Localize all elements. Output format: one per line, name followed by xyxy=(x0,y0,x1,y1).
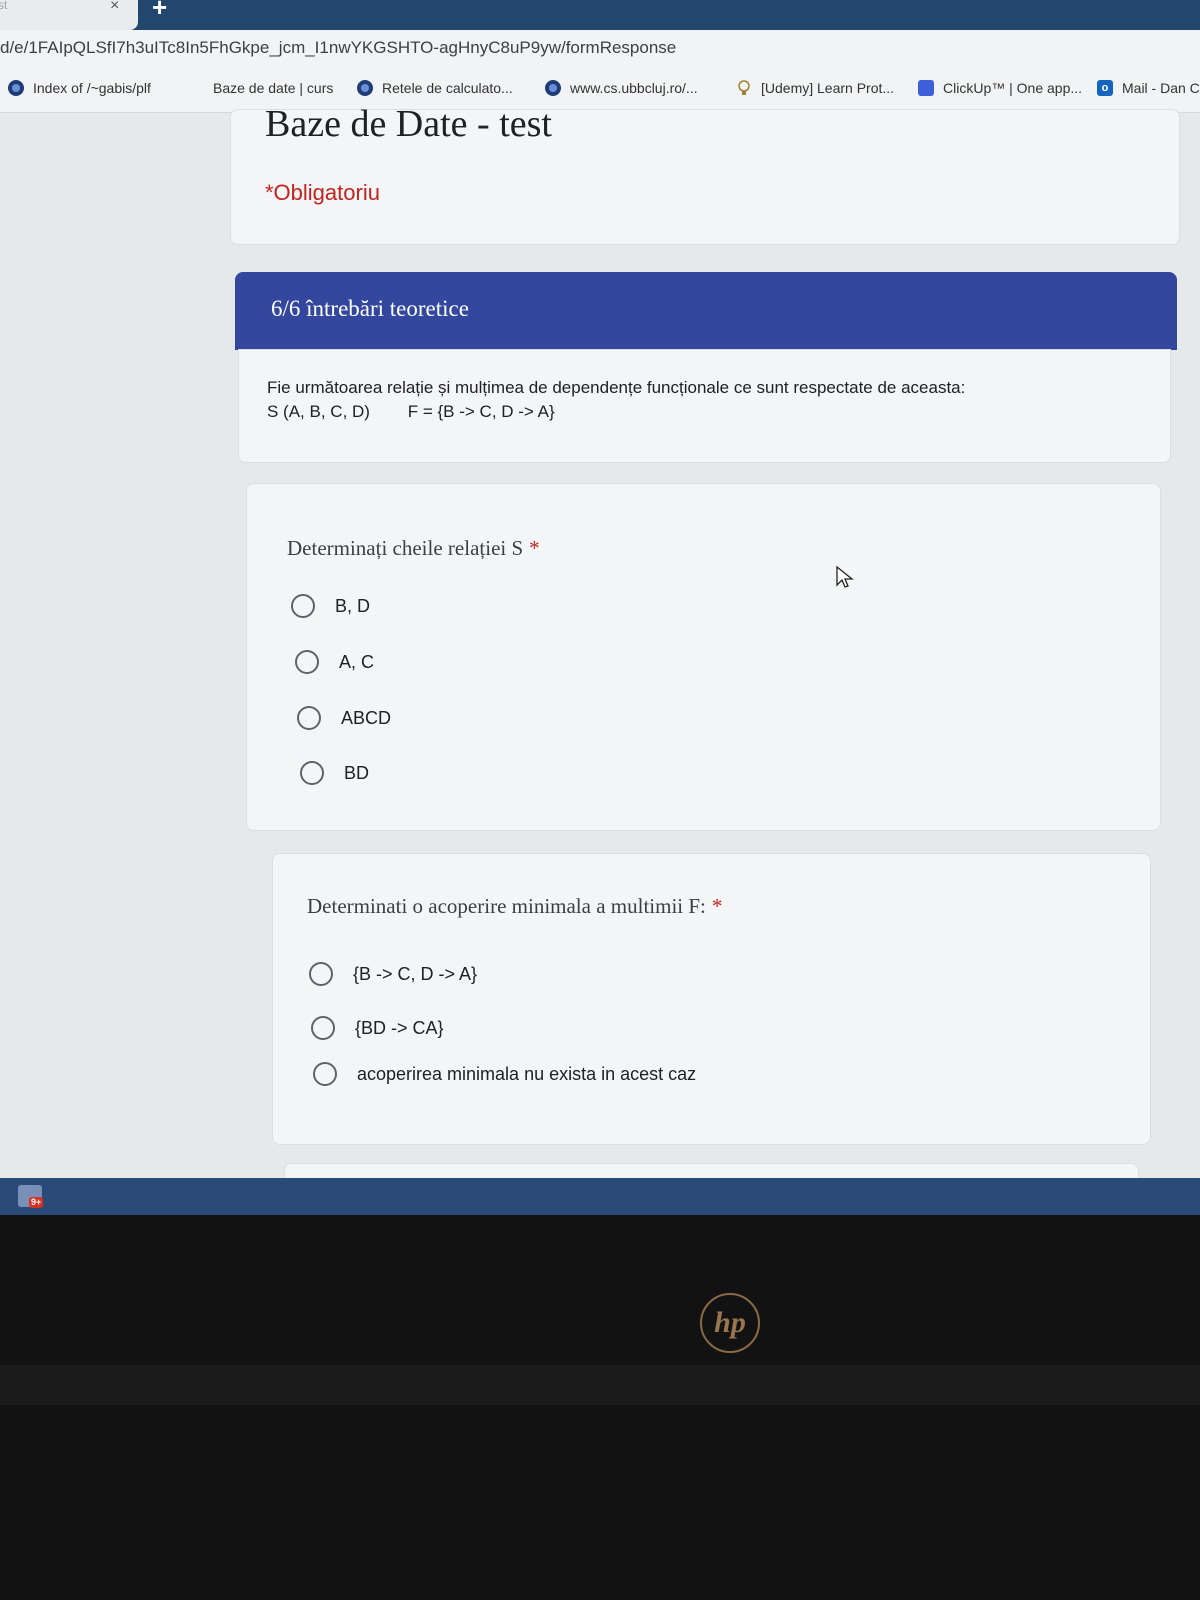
tab-strip: st × + xyxy=(0,0,1200,30)
required-note: *Obligatoriu xyxy=(265,180,380,205)
option-abcd[interactable]: ABCD xyxy=(297,706,391,730)
option-label: A, C xyxy=(339,651,375,672)
option-bd-ca[interactable]: {BD -> CA} xyxy=(311,1016,444,1040)
laptop-bezel: hp xyxy=(0,1215,1200,1600)
form-title: Baze de Date - test xyxy=(265,103,552,145)
active-tab[interactable]: st × xyxy=(0,0,138,30)
question-card-minimal-cover: Determinati o acoperire minimala a multi… xyxy=(272,853,1151,1145)
description-line-2: S (A, B, C, D) F = {B -> C, D -> A} xyxy=(267,402,555,421)
option-label: {BD -> CA} xyxy=(355,1017,444,1038)
bookmark-mail[interactable]: o Mail - Dan C xyxy=(1097,80,1200,96)
option-a-c[interactable]: A, C xyxy=(295,650,374,674)
option-label: BD xyxy=(344,762,370,783)
option-b-c-d-a[interactable]: {B -> C, D -> A} xyxy=(309,962,477,986)
radio-button[interactable] xyxy=(295,650,319,674)
tab-title: st xyxy=(0,0,8,12)
url-text[interactable]: d/e/1FAIpQLSfI7h3uITc8In5FhGkpe_jcm_I1nw… xyxy=(0,38,676,58)
mouse-cursor-icon xyxy=(836,566,854,588)
bookmark-label: Retele de calculato... xyxy=(382,80,513,96)
outlook-icon: o xyxy=(1097,80,1113,96)
question-title-text: Determinați cheile relației S xyxy=(287,536,524,560)
bookmark-udemy[interactable]: [Udemy] Learn Prot... xyxy=(736,80,894,96)
question-title: Determinati o acoperire minimala a multi… xyxy=(307,894,722,919)
bookmark-label: Index of /~gabis/plf xyxy=(33,80,151,96)
section-header: 6/6 întrebări teoretice xyxy=(235,272,1177,350)
bookmark-clickup[interactable]: ClickUp™ | One app... xyxy=(918,80,1082,96)
option-no-minimal-cover[interactable]: acoperirea minimala nu exista in acest c… xyxy=(313,1062,696,1086)
bookmark-index-gabis[interactable]: Index of /~gabis/plf xyxy=(8,80,151,96)
radio-button[interactable] xyxy=(300,761,324,785)
clickup-icon xyxy=(918,80,934,96)
bookmarks-bar: Index of /~gabis/plf Baze de date | curs… xyxy=(0,68,1200,113)
tab-close-icon[interactable]: × xyxy=(110,0,119,15)
bookmark-cs-ubbcluj[interactable]: www.cs.ubbcluj.ro/... xyxy=(545,80,698,96)
bookmark-baze-de-date[interactable]: Baze de date | curs xyxy=(213,80,333,96)
option-bd[interactable]: BD xyxy=(300,761,369,785)
form-page: Baze de Date - test *Obligatoriu 6/6 înt… xyxy=(0,103,1200,1205)
question-title-text: Determinati o acoperire minimala a multi… xyxy=(307,894,706,918)
hp-logo: hp xyxy=(700,1293,760,1353)
option-label: ABCD xyxy=(341,707,392,728)
globe-icon xyxy=(545,80,561,96)
radio-button[interactable] xyxy=(291,594,315,618)
bookmark-label: ClickUp™ | One app... xyxy=(943,80,1083,96)
bookmark-label: Mail - Dan C xyxy=(1122,80,1200,96)
radio-button[interactable] xyxy=(309,962,333,986)
option-label: {B -> C, D -> A} xyxy=(353,963,478,984)
notification-icon[interactable]: 9+ xyxy=(18,1185,44,1208)
required-asterisk: * xyxy=(711,894,723,918)
taskbar: 9+ xyxy=(0,1178,1200,1215)
question-card-keys: Determinați cheile relației S * B, D A, C… xyxy=(246,483,1161,831)
section-description-card: Fie următoarea relație și mulțimea de de… xyxy=(238,349,1171,463)
bookmark-retele[interactable]: Retele de calculato... xyxy=(357,80,513,96)
required-asterisk: * xyxy=(529,536,540,560)
udemy-icon xyxy=(736,80,752,96)
question-title: Determinați cheile relației S * xyxy=(287,536,540,561)
new-tab-button[interactable]: + xyxy=(152,0,167,23)
option-label: B, D xyxy=(335,595,371,616)
description-line-1: Fie următoarea relație și mulțimea de de… xyxy=(267,378,966,397)
radio-button[interactable] xyxy=(311,1016,335,1040)
bookmark-label: [Udemy] Learn Prot... xyxy=(761,80,895,96)
screen: st × + d/e/1FAIpQLSfI7h3uITc8In5FhGkpe_j… xyxy=(0,0,1200,1215)
globe-icon xyxy=(357,80,373,96)
notification-badge: 9+ xyxy=(29,1197,44,1208)
bezel-edge xyxy=(0,1365,1200,1405)
form-header-card: Baze de Date - test *Obligatoriu xyxy=(230,103,1180,245)
radio-button[interactable] xyxy=(297,706,321,730)
bookmark-label: Baze de date | curs xyxy=(213,80,334,96)
section-title: 6/6 întrebări teoretice xyxy=(271,296,469,321)
radio-button[interactable] xyxy=(313,1062,337,1086)
globe-icon xyxy=(8,80,24,96)
option-label: acoperirea minimala nu exista in acest c… xyxy=(357,1063,697,1084)
option-b-d[interactable]: B, D xyxy=(291,594,370,618)
bookmark-label: www.cs.ubbcluj.ro/... xyxy=(570,80,698,96)
address-bar[interactable]: d/e/1FAIpQLSfI7h3uITc8In5FhGkpe_jcm_I1nw… xyxy=(0,30,1200,68)
